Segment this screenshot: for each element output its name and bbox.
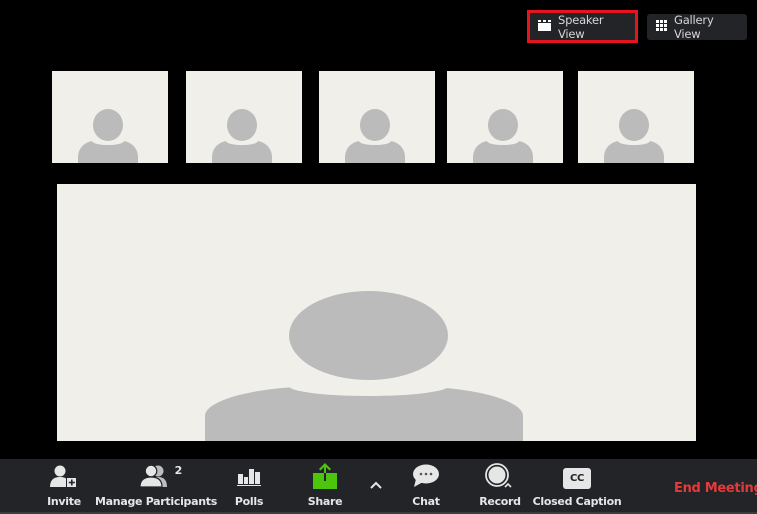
share-options-caret-icon[interactable]: [369, 477, 383, 491]
cc-icon-text: CC: [563, 467, 591, 489]
speaker-view-button[interactable]: Speaker View: [527, 10, 638, 43]
invite-icon: [50, 459, 78, 493]
avatar-head: [93, 109, 123, 141]
participant-thumbnail[interactable]: [52, 71, 168, 163]
participant-count-badge: 2: [174, 464, 183, 477]
participant-thumbnail[interactable]: [319, 71, 435, 163]
participants-icon: 2: [140, 459, 182, 493]
closed-caption-button[interactable]: CC Closed Caption: [533, 459, 622, 512]
invite-button[interactable]: Invite: [46, 459, 82, 512]
polls-bar-chart-icon: [237, 459, 261, 493]
chat-bubble-icon: [412, 459, 440, 493]
active-speaker-video[interactable]: [57, 184, 696, 441]
record-icon: [485, 459, 515, 493]
avatar-head: [619, 109, 649, 141]
gallery-view-button[interactable]: Gallery View: [647, 13, 747, 41]
polls-button[interactable]: Polls: [233, 459, 265, 512]
manage-participants-button[interactable]: 2 Manage Participants: [95, 459, 217, 512]
avatar-head: [227, 109, 257, 141]
share-label: Share: [307, 495, 343, 508]
speaker-view-icon: [538, 19, 551, 34]
participant-thumbnail[interactable]: [578, 71, 694, 163]
chat-button[interactable]: Chat: [410, 459, 442, 512]
gallery-grid-icon: [656, 20, 667, 34]
share-screen-button[interactable]: Share: [307, 459, 343, 512]
closed-caption-icon: CC: [563, 459, 591, 493]
avatar-head: [488, 109, 518, 141]
avatar-head: [360, 109, 390, 141]
polls-label: Polls: [234, 495, 264, 508]
share-upload-icon: [312, 459, 338, 493]
record-button[interactable]: Record: [479, 459, 521, 512]
end-meeting-button[interactable]: End Meeting: [674, 481, 757, 496]
gallery-view-label: Gallery View: [674, 13, 714, 41]
meeting-toolbar: Invite 2 Manage Participants Polls Share…: [0, 459, 757, 514]
participant-thumbnail[interactable]: [447, 71, 563, 163]
chat-label: Chat: [412, 495, 440, 508]
avatar-head: [289, 291, 448, 380]
closed-caption-label: Closed Caption: [532, 495, 622, 508]
invite-label: Invite: [47, 495, 81, 508]
participant-thumbnail[interactable]: [186, 71, 302, 163]
manage-participants-label: Manage Participants: [95, 495, 217, 508]
record-label: Record: [479, 495, 521, 508]
speaker-view-label: Speaker View: [558, 12, 604, 41]
